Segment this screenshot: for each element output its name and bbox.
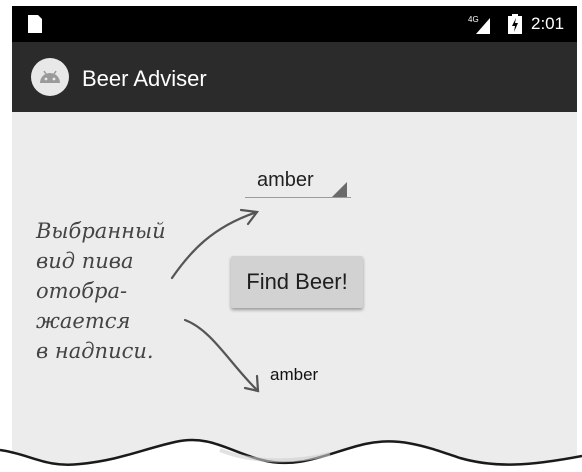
dropdown-triangle-icon — [331, 182, 347, 198]
android-icon — [31, 58, 69, 96]
sim-card-icon — [28, 15, 42, 33]
annotation-line: Выбранный — [36, 219, 166, 243]
annotation-line: отобра- — [36, 279, 128, 303]
spinner-underline — [245, 197, 351, 198]
status-bar: 4G 2:01 — [12, 6, 577, 42]
result-text: amber — [270, 365, 319, 384]
find-beer-button[interactable]: Find Beer! — [231, 256, 363, 308]
phone-screen: 4G 2:01 Beer Adviser amber Find Beer! am… — [12, 6, 577, 468]
annotation-line: жается — [36, 309, 131, 333]
action-bar: Beer Adviser — [12, 42, 577, 112]
beer-color-spinner[interactable]: amber — [245, 165, 351, 201]
torn-paper-edge — [0, 438, 582, 472]
signal-icon: 4G — [468, 15, 490, 34]
handwritten-annotation: Выбранный вид пива отобра- жается в надп… — [36, 216, 206, 366]
spinner-selected-value: amber — [257, 169, 314, 191]
annotation-line: вид пива — [36, 249, 134, 273]
annotation-line: в надписи. — [36, 339, 154, 363]
battery-charging-icon — [508, 14, 522, 34]
app-title: Beer Adviser — [82, 66, 207, 91]
network-type-label: 4G — [468, 15, 479, 24]
clock: 2:01 — [531, 14, 565, 33]
